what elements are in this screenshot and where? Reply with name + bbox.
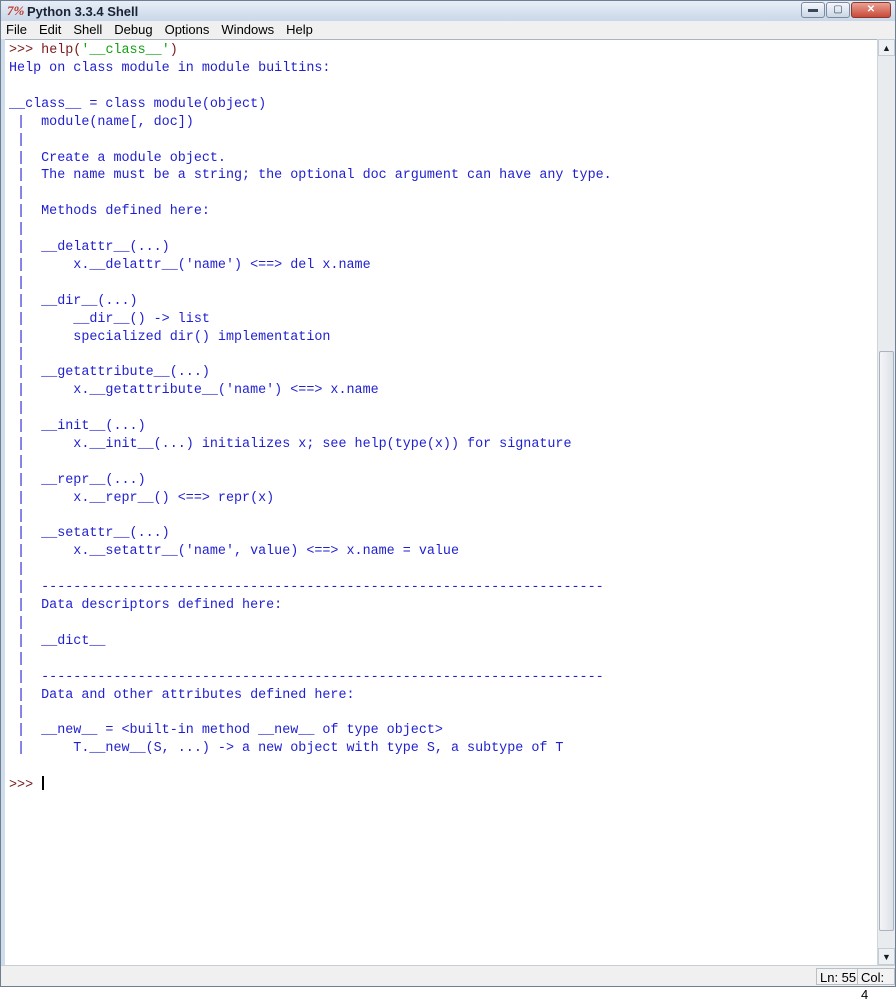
menu-windows[interactable]: Windows bbox=[215, 21, 280, 39]
output-line: | __init__(...) bbox=[9, 419, 146, 434]
menu-options[interactable]: Options bbox=[159, 21, 216, 39]
shell-prompt: >>> bbox=[9, 778, 42, 793]
output-line: | T.__new__(S, ...) -> a new object with… bbox=[9, 741, 564, 757]
input-code: help( bbox=[41, 43, 82, 58]
menu-file[interactable]: File bbox=[1, 21, 33, 39]
maximize-button[interactable]: ▢ bbox=[826, 2, 850, 18]
output-line: | specialized dir() implementation bbox=[9, 329, 331, 345]
output-line: | x.__delattr__('name') <==> del x.name bbox=[9, 257, 371, 273]
shell-prompt: >>> bbox=[9, 43, 42, 58]
minimize-button[interactable]: ▬ bbox=[801, 2, 825, 18]
output-line: | bbox=[9, 132, 42, 148]
output-line: | __new__ = <built-in method __new__ of … bbox=[9, 723, 443, 739]
output-line: | x.__getattribute__('name') <==> x.name bbox=[9, 383, 379, 399]
output-line: | --------------------------------------… bbox=[9, 669, 604, 685]
output-line: | Create a module object. bbox=[9, 150, 226, 166]
final-prompt-line[interactable]: >>> bbox=[9, 776, 45, 793]
window-title: Python 3.3.4 Shell bbox=[27, 3, 139, 19]
menu-debug[interactable]: Debug bbox=[108, 21, 158, 39]
output-line: __class__ = class module(object) bbox=[9, 96, 267, 112]
output-line: | x.__repr__() <==> repr(x) bbox=[9, 490, 275, 506]
output-line: | --------------------------------------… bbox=[9, 580, 604, 596]
text-cursor bbox=[42, 776, 45, 790]
output-line: | bbox=[9, 651, 42, 667]
output-line: | Data and other attributes defined here… bbox=[9, 687, 355, 703]
status-bar: Ln: 55 Col: 4 bbox=[1, 965, 895, 1002]
input-string: '__class__' bbox=[81, 43, 170, 58]
output-line: | __dir__(...) bbox=[9, 293, 138, 309]
output-line: | bbox=[9, 705, 42, 721]
menu-help[interactable]: Help bbox=[280, 21, 319, 39]
output-line: | Methods defined here: bbox=[9, 204, 210, 220]
python-app-icon: 7% bbox=[7, 3, 25, 18]
scroll-down-arrow-icon[interactable]: ▼ bbox=[878, 948, 895, 965]
output-line: | bbox=[9, 275, 42, 291]
output-line: | __delattr__(...) bbox=[9, 240, 170, 255]
menu-edit[interactable]: Edit bbox=[33, 21, 67, 39]
output-line: | bbox=[9, 401, 42, 417]
input-code-end: ) bbox=[169, 43, 178, 58]
close-button[interactable]: ✕ bbox=[851, 2, 891, 18]
vertical-scrollbar[interactable]: ▲ ▼ bbox=[877, 39, 895, 965]
scroll-up-arrow-icon[interactable]: ▲ bbox=[878, 39, 895, 56]
menu-bar: File Edit Shell Debug Options Windows He… bbox=[1, 21, 895, 39]
output-line: | bbox=[9, 508, 42, 524]
output-line: | bbox=[9, 186, 42, 202]
output-line: | bbox=[9, 454, 42, 470]
output-line: | x.__setattr__('name', value) <==> x.na… bbox=[9, 544, 459, 560]
output-line: | __repr__(...) bbox=[9, 472, 146, 488]
output-line: | x.__init__(...) initializes x; see hel… bbox=[9, 436, 572, 452]
output-line: | __getattribute__(...) bbox=[9, 365, 210, 381]
output-line: | bbox=[9, 347, 42, 363]
status-line-number: Ln: 55 bbox=[816, 968, 861, 985]
menu-shell[interactable]: Shell bbox=[67, 21, 108, 39]
window-controls: ▬ ▢ ✕ bbox=[801, 2, 891, 18]
output-line: | __setattr__(...) bbox=[9, 526, 170, 542]
shell-text-area[interactable]: >>> help('__class__') Help on class modu… bbox=[5, 39, 877, 965]
output-line: | bbox=[9, 615, 42, 631]
output-line: | __dir__() -> list bbox=[9, 311, 210, 327]
output-line: | The name must be a string; the optiona… bbox=[9, 168, 612, 184]
input-line: >>> help('__class__') bbox=[9, 42, 178, 59]
scrollbar-thumb[interactable] bbox=[879, 351, 894, 931]
output-line: | bbox=[9, 222, 42, 238]
status-column-number: Col: 4 bbox=[857, 968, 895, 1002]
output-line: Help on class module in module builtins: bbox=[9, 61, 331, 76]
output-line: | Data descriptors defined here: bbox=[9, 598, 283, 613]
output-line: | bbox=[9, 562, 42, 578]
title-bar[interactable]: 7% Python 3.3.4 Shell ▬ ▢ ✕ bbox=[1, 1, 895, 21]
output-line: | module(name[, doc]) bbox=[9, 114, 194, 130]
idle-shell-window: 7% Python 3.3.4 Shell ▬ ▢ ✕ File Edit Sh… bbox=[0, 0, 896, 1002]
output-line: | __dict__ bbox=[9, 633, 106, 649]
